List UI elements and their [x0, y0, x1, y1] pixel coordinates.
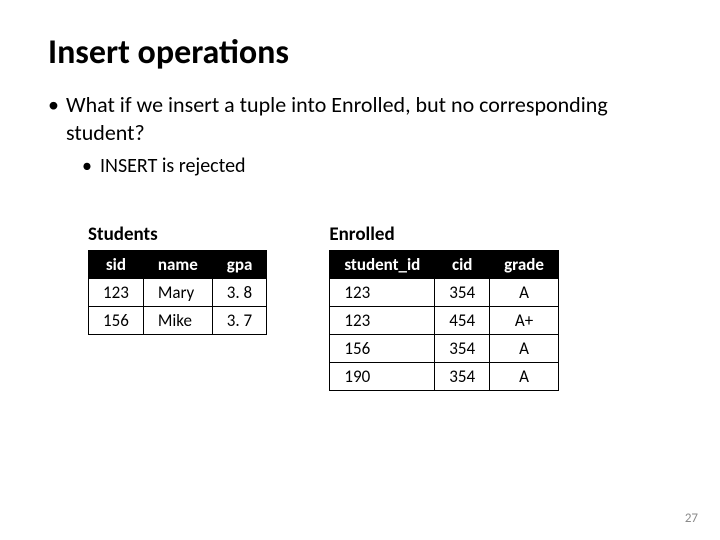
table-row: 190 354 A	[330, 363, 559, 391]
cell: 354	[435, 363, 490, 391]
cell: 3. 7	[212, 307, 267, 335]
enrolled-caption: Enrolled	[329, 223, 559, 246]
table-row: 156 Mike 3. 7	[89, 307, 267, 335]
bullet-dot-icon	[82, 154, 100, 179]
cell: 454	[435, 307, 490, 335]
cell: A	[490, 363, 559, 391]
table-header-row: sid name gpa	[89, 251, 267, 279]
table-row: 123 Mary 3. 8	[89, 279, 267, 307]
col-header: cid	[435, 251, 490, 279]
cell: 354	[435, 335, 490, 363]
cell: 123	[89, 279, 144, 307]
enrolled-table-block: Enrolled student_id cid grade 123 354 A	[329, 223, 559, 391]
bullet-list: What if we insert a tuple into Enrolled,…	[48, 91, 672, 179]
cell: A	[490, 279, 559, 307]
bullet-text: INSERT is rejected	[100, 154, 672, 179]
enrolled-table: student_id cid grade 123 354 A 123 454 A…	[329, 250, 559, 391]
bullet-level1: What if we insert a tuple into Enrolled,…	[48, 91, 672, 146]
cell: 190	[330, 363, 435, 391]
cell: Mike	[143, 307, 212, 335]
cell: 156	[330, 335, 435, 363]
students-table: sid name gpa 123 Mary 3. 8 156 Mike 3. 7	[88, 250, 267, 335]
cell: Mary	[143, 279, 212, 307]
table-row: 123 454 A+	[330, 307, 559, 335]
table-header-row: student_id cid grade	[330, 251, 559, 279]
col-header: grade	[490, 251, 559, 279]
slide-title: Insert operations	[48, 32, 672, 73]
cell: A	[490, 335, 559, 363]
cell: 123	[330, 279, 435, 307]
bullet-level2: INSERT is rejected	[82, 154, 672, 179]
students-table-block: Students sid name gpa 123 Mary 3. 8	[88, 223, 267, 391]
bullet-dot-icon	[48, 91, 66, 146]
page-number: 27	[685, 511, 698, 526]
bullet-text: What if we insert a tuple into Enrolled,…	[66, 91, 672, 146]
cell: 354	[435, 279, 490, 307]
col-header: name	[143, 251, 212, 279]
table-row: 156 354 A	[330, 335, 559, 363]
cell: 123	[330, 307, 435, 335]
students-caption: Students	[88, 223, 267, 246]
col-header: gpa	[212, 251, 267, 279]
cell: A+	[490, 307, 559, 335]
col-header: student_id	[330, 251, 435, 279]
cell: 156	[89, 307, 144, 335]
col-header: sid	[89, 251, 144, 279]
cell: 3. 8	[212, 279, 267, 307]
table-row: 123 354 A	[330, 279, 559, 307]
